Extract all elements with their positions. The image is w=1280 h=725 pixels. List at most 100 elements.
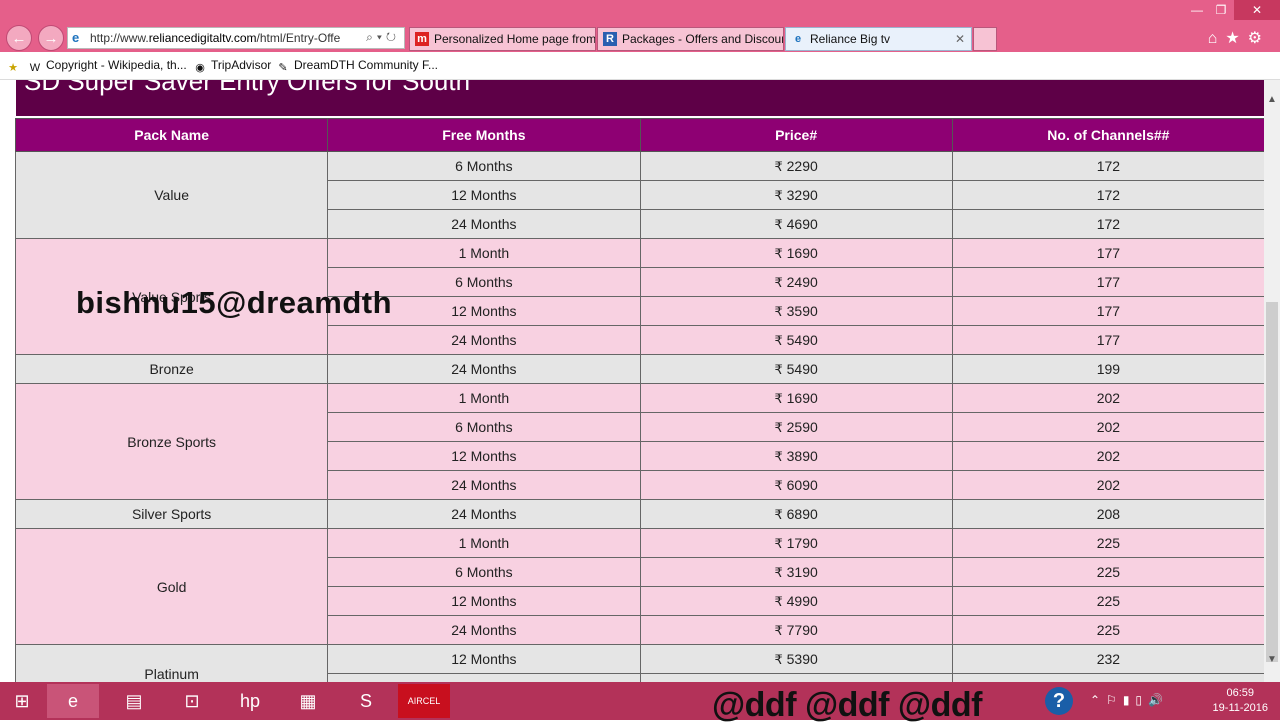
ie-tab-icon: e: [794, 33, 802, 45]
favorites-star-icon[interactable]: ★: [1225, 30, 1247, 47]
fav-label: DreamDTH Community F...: [294, 58, 439, 72]
table-header-row: Pack Name Free Months Price# No. of Chan…: [14, 118, 1264, 152]
wikipedia-icon: W: [29, 62, 41, 74]
ie-taskbar-icon[interactable]: e: [47, 684, 99, 718]
close-window-button[interactable]: ✕: [1234, 0, 1280, 20]
fav-label: TripAdvisor: [211, 58, 272, 72]
price-cell: ₹ 4690: [639, 209, 953, 239]
price-value: 6090: [786, 476, 818, 493]
add-favorites-star-icon[interactable]: ★: [6, 58, 24, 75]
price-value: 6890: [786, 505, 818, 522]
rupee-icon: ₹: [774, 303, 783, 319]
tab-reliance-big-tv[interactable]: e Reliance Big tv ✕: [785, 27, 972, 51]
price-value: 2590: [786, 418, 818, 435]
free-months-cell: 24 Months: [327, 673, 641, 682]
file-explorer-taskbar-icon[interactable]: ▤: [108, 684, 160, 718]
rupee-icon: ₹: [774, 390, 783, 406]
table-row: Bronze Sports 1 Month ₹ 1690 202: [14, 383, 1264, 500]
free-months-cell: 6 Months: [327, 412, 641, 442]
free-months-cell: 24 Months: [327, 470, 641, 500]
pack-name-cell: Value: [14, 151, 329, 239]
price-cell: ₹ 3190: [639, 557, 953, 587]
channels-cell: 172: [951, 180, 1264, 210]
banner-title: SD Super Saver Entry Offers for South: [24, 80, 471, 96]
address-url: http://www.reliancedigitaltv.com/html/En…: [90, 31, 340, 45]
channels-cell: 225: [951, 557, 1264, 587]
price-value: 3590: [786, 302, 818, 319]
network-app-taskbar-icon[interactable]: ▦: [282, 684, 334, 718]
new-tab-button[interactable]: [973, 27, 997, 51]
tab-label: Reliance Big tv: [810, 32, 891, 46]
table-row: Silver Sports 24 Months ₹ 6890 208: [14, 499, 1264, 529]
address-bar[interactable]: e http://www.reliancedigitaltv.com/html/…: [67, 27, 405, 49]
col-price: Price#: [639, 118, 953, 152]
maximize-button[interactable]: ❐: [1212, 0, 1230, 20]
overlay-handle-text: @ddf @ddf @ddf: [712, 686, 982, 724]
close-tab-icon[interactable]: ✕: [955, 28, 965, 50]
watermark-text: bishnu15@dreamdth: [76, 285, 393, 320]
tab-personalized-home[interactable]: m Personalized Home page from ...: [409, 27, 596, 51]
price-cell: ₹ 4990: [639, 586, 953, 616]
rupee-icon: ₹: [774, 564, 783, 580]
price-value: 5490: [786, 331, 818, 348]
vertical-scrollbar[interactable]: ▲ ▼: [1264, 80, 1280, 682]
reliance-icon: R: [603, 32, 617, 46]
taskbar-clock[interactable]: 06:59 19-11-2016: [1213, 686, 1268, 716]
fav-dreamdth[interactable]: ✎ DreamDTH Community F...: [276, 58, 438, 75]
rupee-icon: ₹: [774, 448, 783, 464]
help-icon[interactable]: ?: [1045, 687, 1073, 715]
channels-cell: 172: [951, 151, 1264, 181]
table-row: Bronze 24 Months ₹ 5490 199: [14, 354, 1264, 384]
channels-cell: 177: [951, 296, 1264, 326]
price-cell: ₹ 1790: [639, 528, 953, 558]
minimize-button[interactable]: —: [1188, 0, 1206, 20]
free-months-cell: 1 Month: [327, 528, 641, 558]
home-icon[interactable]: ⌂: [1208, 30, 1226, 47]
scroll-down-arrow-icon[interactable]: ▼: [1264, 652, 1280, 668]
tab-label: Personalized Home page from ...: [434, 32, 596, 46]
fav-wikipedia[interactable]: W Copyright - Wikipedia, th...: [28, 58, 187, 75]
rupee-icon: ₹: [774, 651, 783, 667]
table-row: Value Sports 1 Month ₹ 1690 177: [14, 238, 1264, 355]
col-pack-name: Pack Name: [14, 118, 329, 152]
channels-cell: 199: [951, 354, 1264, 384]
rupee-icon: ₹: [774, 216, 783, 232]
rupee-icon: ₹: [774, 361, 783, 377]
price-cell: ₹ 8390: [639, 673, 953, 682]
channels-cell: 232: [951, 644, 1264, 674]
rupee-icon: ₹: [774, 419, 783, 435]
forward-button[interactable]: →: [38, 25, 64, 51]
skype-taskbar-icon[interactable]: S: [340, 684, 392, 718]
aircel-taskbar-icon[interactable]: AIRCEL: [398, 684, 450, 718]
clock-date: 19-11-2016: [1212, 702, 1268, 714]
pack-name-cell: Bronze Sports: [14, 383, 329, 500]
channels-cell: 208: [951, 499, 1264, 529]
free-months-cell: 12 Months: [327, 586, 641, 616]
offers-banner: SD Super Saver Entry Offers for South: [16, 80, 1264, 116]
rupee-icon: ₹: [774, 506, 783, 522]
system-tray-icons[interactable]: ⌃⚐▮▯🔊: [1090, 693, 1169, 707]
rupee-icon: ₹: [774, 158, 783, 174]
windows-start-icon[interactable]: ⊞: [0, 684, 44, 718]
store-taskbar-icon[interactable]: ⊡: [166, 684, 218, 718]
free-months-cell: 24 Months: [327, 499, 641, 529]
rupee-icon: ₹: [774, 593, 783, 609]
col-channels: No. of Channels##: [951, 118, 1264, 152]
search-icon[interactable]: ⌕▾↻: [366, 30, 400, 45]
channels-cell: 202: [951, 412, 1264, 442]
col-free-months: Free Months: [327, 118, 641, 152]
table-row: Value 6 Months ₹ 2290 172: [14, 151, 1264, 239]
settings-gear-icon[interactable]: ⚙: [1248, 30, 1270, 47]
fav-tripadvisor[interactable]: ◉ TripAdvisor: [193, 58, 271, 75]
back-button[interactable]: ←: [6, 25, 32, 51]
msn-icon: m: [415, 32, 429, 46]
scroll-thumb[interactable]: [1266, 302, 1278, 662]
channels-cell: 225: [951, 615, 1264, 645]
tab-label: Packages - Offers and Discounts: [622, 32, 784, 46]
rupee-icon: ₹: [774, 535, 783, 551]
tab-packages-offers[interactable]: R Packages - Offers and Discounts: [597, 27, 784, 51]
hp-taskbar-icon[interactable]: hp: [224, 684, 276, 718]
scroll-up-arrow-icon[interactable]: ▲: [1264, 92, 1280, 108]
channels-cell: 225: [951, 586, 1264, 616]
channels-cell: 202: [951, 470, 1264, 500]
